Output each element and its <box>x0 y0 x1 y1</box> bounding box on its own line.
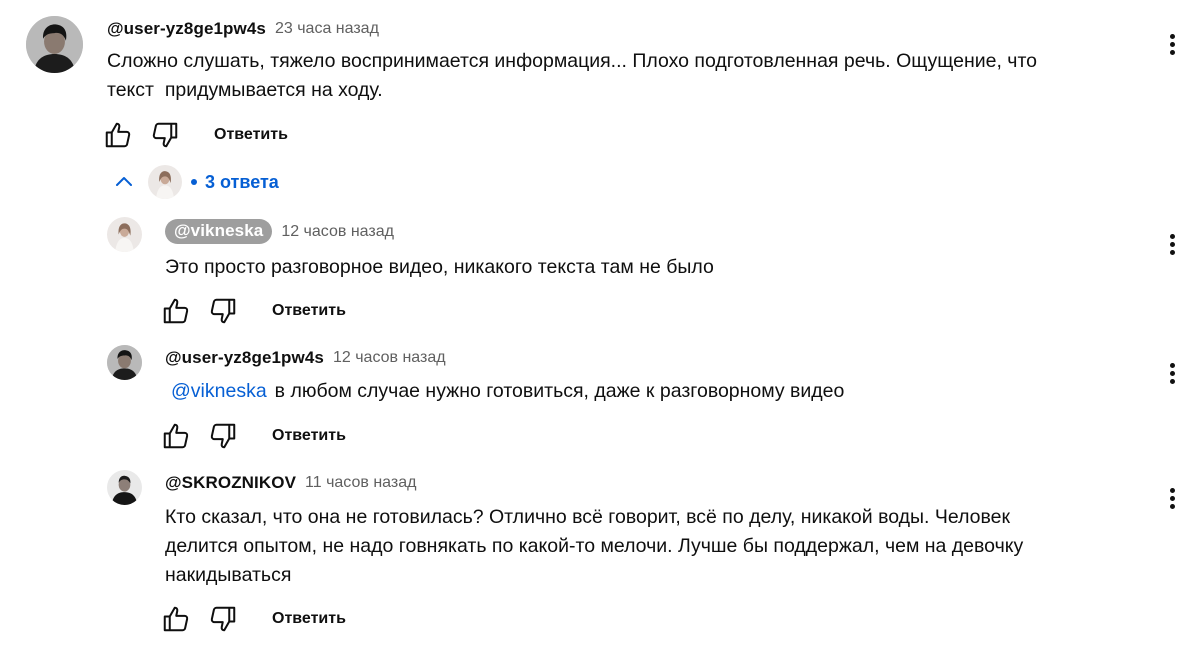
more-vert-icon[interactable] <box>1164 231 1180 261</box>
like-icon[interactable] <box>161 421 191 451</box>
replies-count: 3 ответа <box>205 171 279 192</box>
reply-header: @vikneska 12 часов назад <box>165 219 394 244</box>
reply-time[interactable]: 12 часов назад <box>333 349 446 367</box>
reply-author[interactable]: @user-yz8ge1pw4s <box>165 348 324 368</box>
reply-author[interactable]: @vikneska <box>165 219 273 244</box>
reply-header: @user-yz8ge1pw4s 12 часов назад <box>165 348 446 368</box>
more-vert-icon[interactable] <box>1164 360 1180 390</box>
reply-text: Кто сказал, что она не готовилась? Отлич… <box>165 506 1024 586</box>
reply-button[interactable]: Ответить <box>272 302 346 320</box>
reply-actions: Ответить <box>161 296 346 326</box>
reply-actions: Ответить <box>161 421 346 451</box>
dislike-icon[interactable] <box>208 604 238 634</box>
comment-text: Сложно слушать, тяжело воспринимается ин… <box>107 50 1038 101</box>
comment-author[interactable]: @user-yz8ge1pw4s <box>107 19 266 39</box>
avatar <box>148 165 182 199</box>
reply-header: @SKROZNIKOV 11 часов назад <box>165 473 416 493</box>
reply-text-body: в любом случае нужно готовиться, даже к … <box>274 380 845 402</box>
avatar[interactable] <box>107 470 142 505</box>
avatar[interactable] <box>26 16 83 73</box>
avatar-image <box>26 16 83 73</box>
dislike-icon[interactable] <box>208 421 238 451</box>
dislike-icon[interactable] <box>208 296 238 326</box>
like-icon[interactable] <box>103 120 133 150</box>
comment-time[interactable]: 23 часа назад <box>275 20 379 38</box>
comment-header: @user-yz8ge1pw4s 23 часа назад <box>107 19 379 39</box>
more-vert-icon[interactable] <box>1164 485 1180 515</box>
reply-text: Это просто разговорное видео, никакого т… <box>165 256 714 278</box>
reply-text: @vikneska в любом случае нужно готовиться… <box>165 377 844 406</box>
replies-toggle[interactable]: 3 ответа <box>112 165 279 199</box>
reply-time[interactable]: 11 часов назад <box>305 474 416 492</box>
avatar[interactable] <box>107 217 142 252</box>
reply-time[interactable]: 12 часов назад <box>281 223 394 241</box>
reply-button[interactable]: Ответить <box>272 427 346 445</box>
like-icon[interactable] <box>161 604 191 634</box>
reply-author[interactable]: @SKROZNIKOV <box>165 473 296 493</box>
reply-button[interactable]: Ответить <box>214 126 288 144</box>
chevron-up-icon <box>116 177 132 186</box>
more-vert-icon[interactable] <box>1164 31 1180 61</box>
reply-button[interactable]: Ответить <box>272 610 346 628</box>
mention-link[interactable]: @vikneska <box>171 380 267 402</box>
comment-actions: Ответить <box>103 120 288 150</box>
reply-actions: Ответить <box>161 604 346 634</box>
avatar[interactable] <box>107 345 142 380</box>
like-icon[interactable] <box>161 296 191 326</box>
dislike-icon[interactable] <box>150 120 180 150</box>
separator-dot <box>191 179 197 185</box>
